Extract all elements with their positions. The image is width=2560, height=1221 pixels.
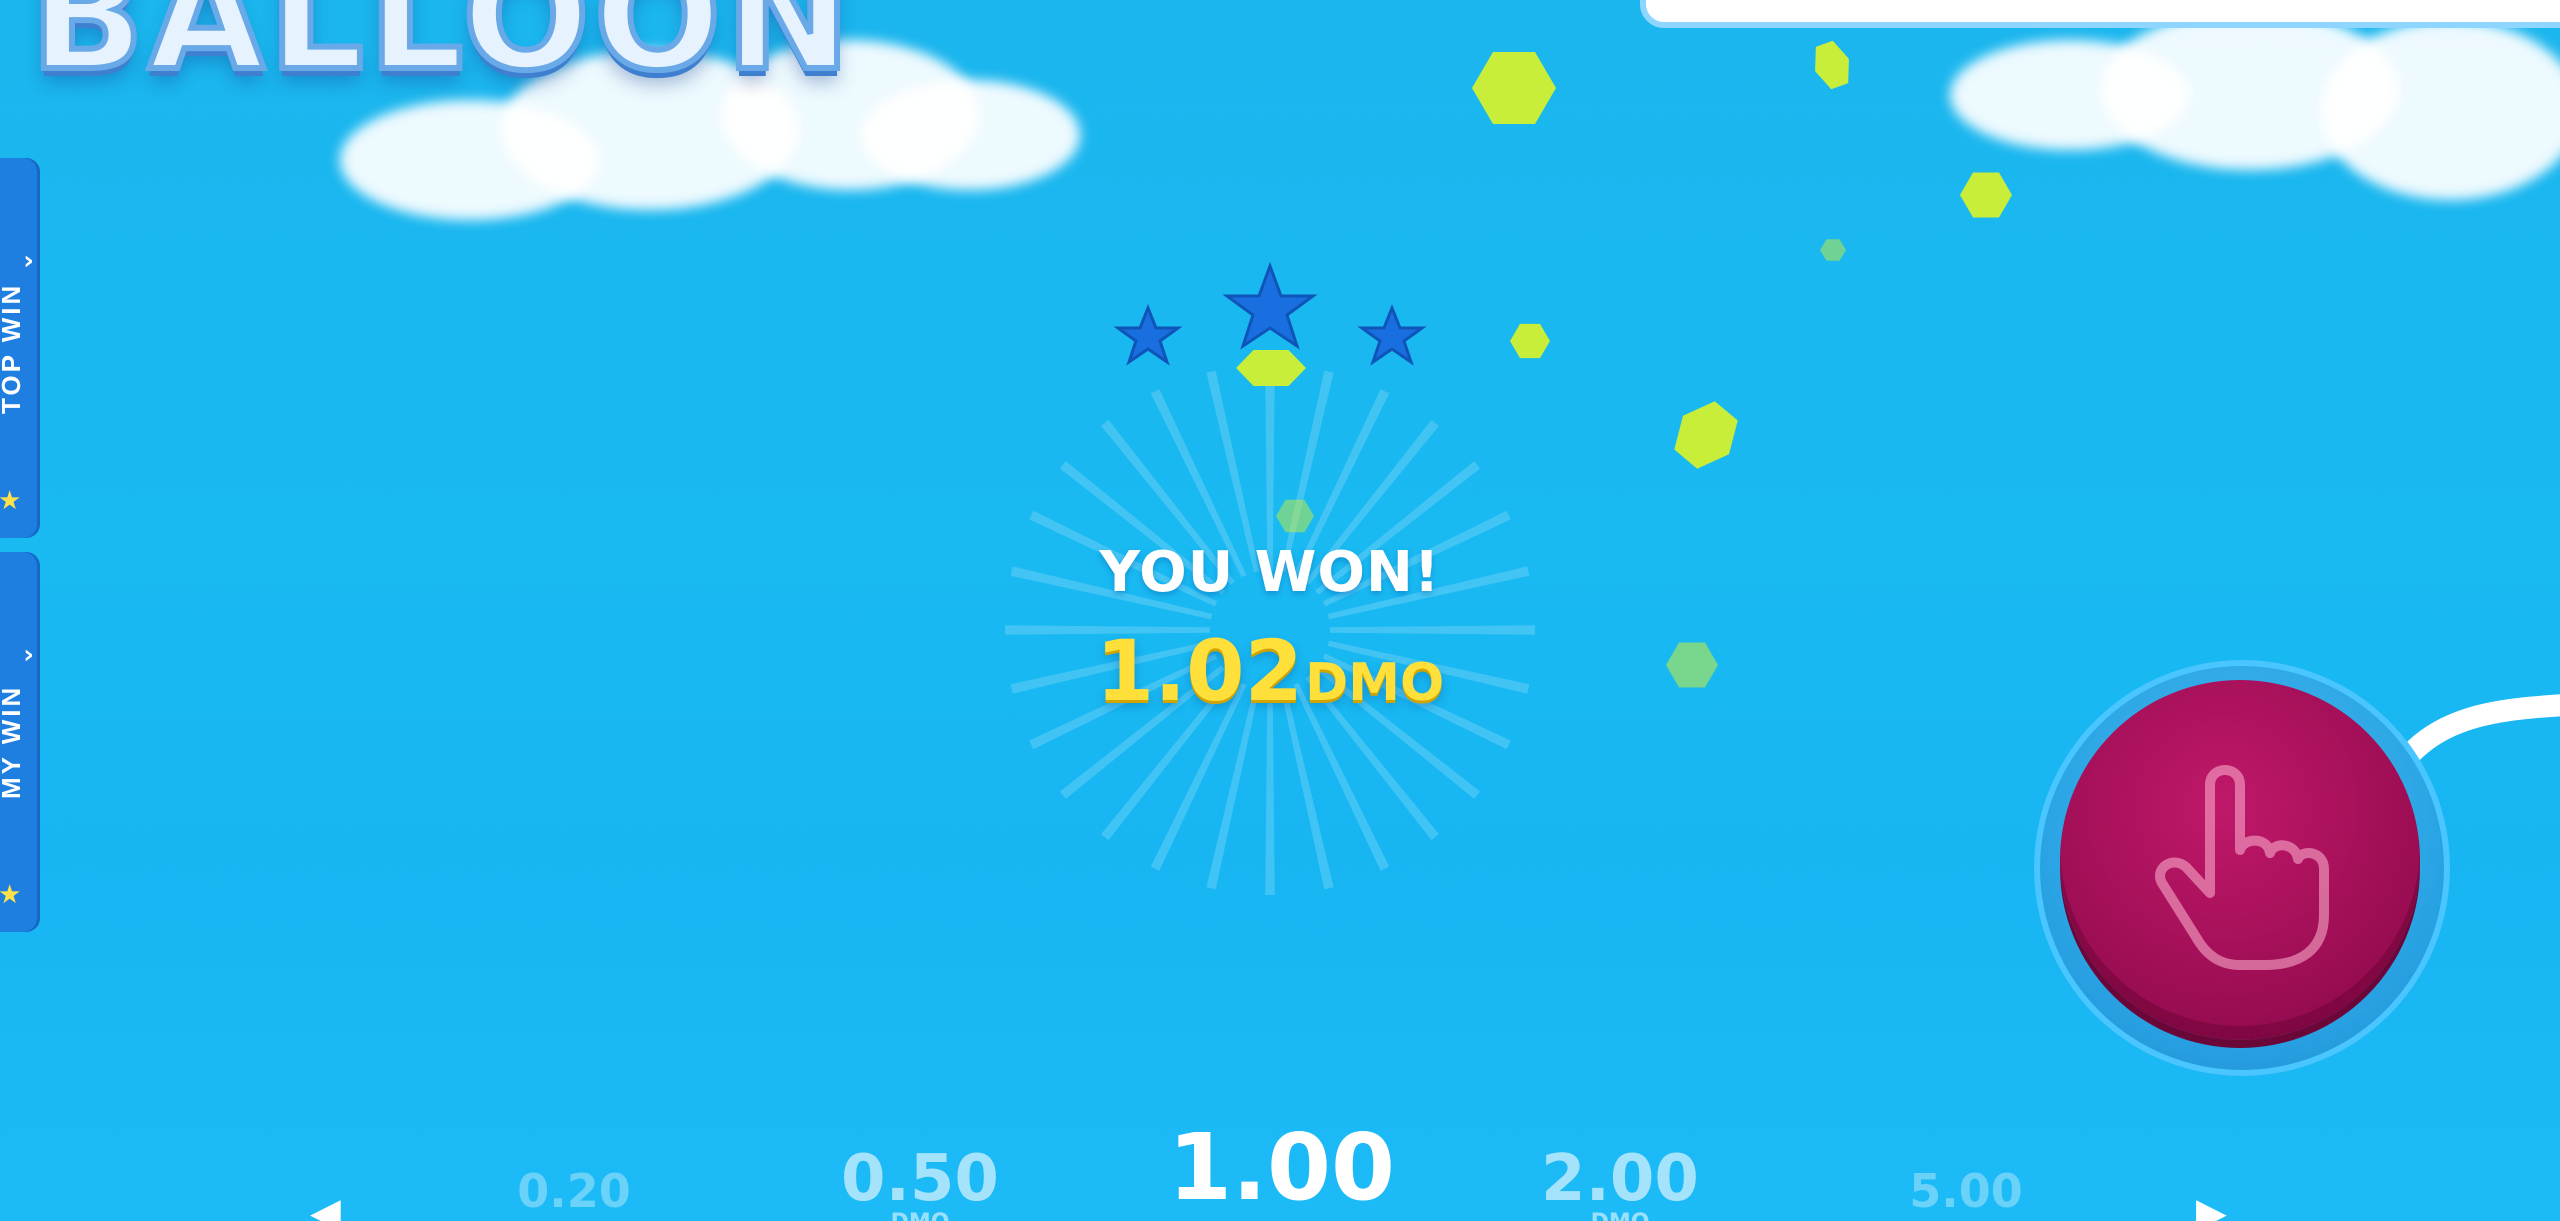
coin-icon	[1472, 52, 1556, 124]
star-icon: ★	[0, 486, 22, 516]
game-logo: BALLOON	[27, 0, 855, 107]
star-icon	[1357, 303, 1427, 366]
tab-top-win[interactable]: TOP WIN › ★	[0, 158, 40, 538]
bet-option-selected[interactable]: 1.00	[1168, 1114, 1395, 1221]
bet-option-1-currency: DMO	[820, 1210, 1020, 1221]
bet-option-4[interactable]: 5.00	[1866, 1164, 2066, 1218]
burst-ray	[1265, 689, 1275, 895]
coin-icon	[1510, 323, 1550, 359]
coin-icon	[1661, 389, 1752, 481]
bet-option-3[interactable]: 2.00	[1520, 1142, 1720, 1216]
cloud-right	[1940, 0, 2560, 220]
win-currency: DMO	[1305, 653, 1445, 713]
bet-option-1[interactable]: 0.50	[820, 1142, 1020, 1216]
win-amount: 1.02DMO	[1040, 622, 1500, 720]
bet-option-3-currency: DMO	[1520, 1210, 1720, 1221]
tab-my-win[interactable]: MY WIN › ★	[0, 552, 40, 932]
bet-option-0[interactable]: 0.20	[474, 1164, 674, 1218]
chevron-right-icon: ›	[23, 246, 34, 276]
coin-icon	[1820, 239, 1846, 261]
prev-bet-arrow[interactable]: ◀	[310, 1190, 341, 1221]
win-title: YOU WON!	[1099, 540, 1441, 605]
coin-icon	[1807, 35, 1858, 94]
star-icon: ★	[0, 880, 22, 910]
hand-pointer-icon	[2155, 765, 2329, 970]
chevron-right-icon: ›	[23, 640, 34, 670]
star-icon	[1113, 303, 1183, 366]
coin-icon	[1666, 642, 1718, 688]
top-status-bar	[1640, 0, 2560, 28]
next-bet-arrow[interactable]: ▶	[2196, 1190, 2227, 1221]
star-icon	[1222, 261, 1318, 350]
win-amount-value: 1.02	[1095, 622, 1304, 720]
